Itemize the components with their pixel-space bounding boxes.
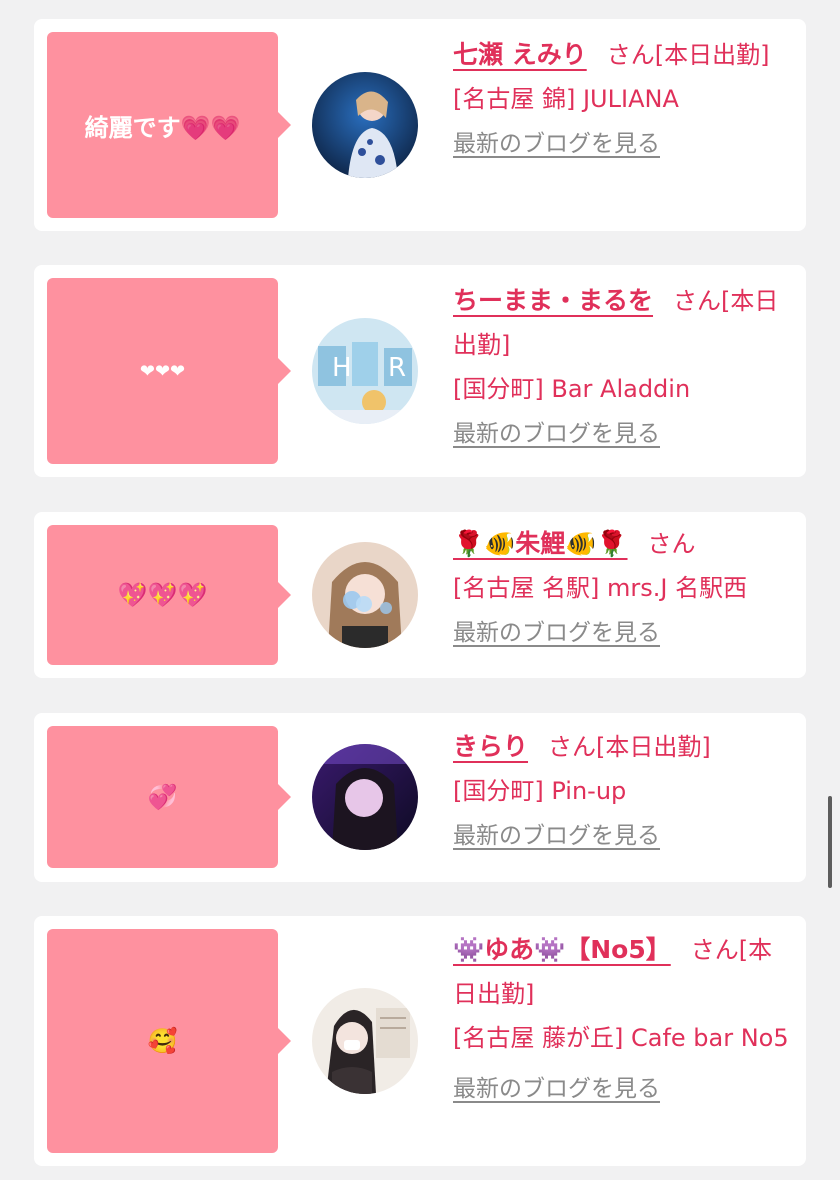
latest-blog-link[interactable]: 最新のブログを見る [453, 814, 660, 858]
avatar-photo-icon [312, 542, 418, 648]
avatar[interactable] [312, 744, 418, 850]
message-card: 🥰 👾ゆあ👾【No5】 さん[本日出勤] [名古屋 藤が丘] Cafe bar N… [34, 916, 806, 1166]
member-status: さん[本日出勤] [548, 733, 711, 761]
avatar-photo-icon [312, 988, 418, 1094]
avatar[interactable] [312, 542, 418, 648]
member-location: [名古屋 名駅] mrs.J 名駅西 [453, 574, 748, 602]
message-text: ❤❤❤ [139, 360, 186, 382]
latest-blog-link[interactable]: 最新のブログを見る [453, 412, 660, 456]
message-list: 綺麗です💗💗 七瀬 えみり さん[本日出勤] [名古屋 錦] JULIANA 最… [0, 0, 840, 1180]
message-bubble: 🥰 [47, 929, 291, 1153]
member-info: 👾ゆあ👾【No5】 さん[本日出勤] [名古屋 藤が丘] Cafe bar No5… [453, 928, 792, 1111]
member-name-link[interactable]: ちーまま・まるを [453, 286, 653, 315]
member-name-link[interactable]: 👾ゆあ👾【No5】 [453, 935, 671, 964]
message-text: 💖💖💖 [117, 581, 208, 609]
member-info: きらり さん[本日出勤] [国分町] Pin-up 最新のブログを見る [453, 725, 792, 858]
member-status: さん [647, 530, 696, 558]
message-bubble: ❤❤❤ [47, 278, 291, 464]
member-info: 🌹🐠朱鯉🐠🌹 さん [名古屋 名駅] mrs.J 名駅西 最新のブログを見る [453, 522, 792, 655]
message-text: 綺麗です💗💗 [84, 113, 241, 142]
member-name-link[interactable]: きらり [453, 732, 528, 761]
member-info: 七瀬 えみり さん[本日出勤] [名古屋 錦] JULIANA 最新のブログを見る [453, 33, 792, 166]
latest-blog-link[interactable]: 最新のブログを見る [453, 122, 660, 166]
member-location: [国分町] Pin-up [453, 777, 627, 805]
member-name-link[interactable]: 七瀬 えみり [453, 40, 587, 69]
message-card: ❤❤❤ H R ちーまま・まるを さん[本日出勤] [国分町] Bar Aladd… [34, 265, 806, 477]
avatar-photo-icon [312, 744, 418, 850]
member-location: [名古屋 藤が丘] Cafe bar No5 [453, 1024, 789, 1052]
avatar-photo-icon [312, 72, 418, 178]
avatar[interactable] [312, 988, 418, 1094]
member-location: [国分町] Bar Aladdin [453, 375, 691, 403]
message-bubble: 💞 [47, 726, 291, 868]
svg-text:R: R [388, 353, 406, 383]
message-text: 🥰 [147, 1027, 178, 1055]
latest-blog-link[interactable]: 最新のブログを見る [453, 611, 660, 655]
avatar-photo-icon: H R [312, 318, 418, 424]
scrollbar[interactable] [828, 796, 832, 888]
member-status: さん[本日出勤] [606, 41, 770, 69]
message-text: 💞 [147, 783, 178, 811]
message-bubble: 綺麗です💗💗 [47, 32, 291, 218]
message-bubble: 💖💖💖 [47, 525, 291, 665]
member-info: ちーまま・まるを さん[本日出勤] [国分町] Bar Aladdin 最新のブロ… [453, 279, 792, 456]
avatar[interactable]: H R [312, 318, 418, 424]
svg-text:H: H [332, 353, 352, 383]
latest-blog-link[interactable]: 最新のブログを見る [453, 1067, 660, 1111]
message-card: 綺麗です💗💗 七瀬 えみり さん[本日出勤] [名古屋 錦] JULIANA 最… [34, 19, 806, 231]
message-card: 💞 きらり さん[本日出勤] [国分町] Pin-up 最新のブログを見る [34, 713, 806, 882]
member-name-link[interactable]: 🌹🐠朱鯉🐠🌹 [453, 529, 628, 558]
message-card: 💖💖💖 🌹🐠朱鯉🐠🌹 さん [名古屋 名駅] mrs.J 名駅西 最新のブログを見… [34, 512, 806, 678]
avatar[interactable] [312, 72, 418, 178]
member-location: [名古屋 錦] JULIANA [453, 85, 679, 113]
